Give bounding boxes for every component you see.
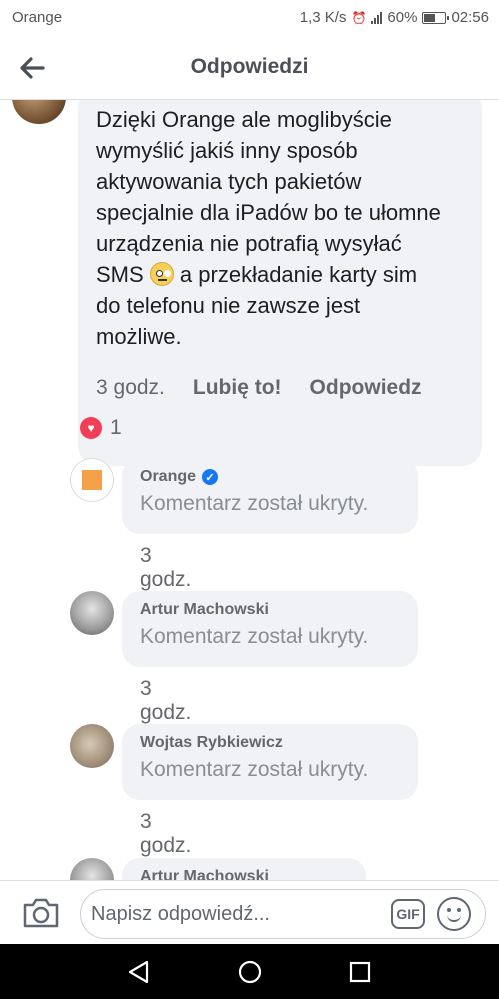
reply-bubble[interactable]: Wojtas Rybkiewicz Komentarz został ukryt… [122, 724, 418, 800]
comment-text: Dzięki Orange ale moglibyście wymyślić j… [96, 107, 441, 349]
avatar[interactable] [12, 100, 66, 124]
heart-icon: ♥ [80, 417, 102, 439]
reply-button[interactable]: Odpowiedz [310, 376, 422, 400]
circle-home-icon[interactable] [236, 958, 264, 986]
status-bar: Orange 1,3 K/s ⏰ 60% 02:56 [0, 0, 499, 36]
reply-text: Komentarz został ukryty. [140, 625, 369, 648]
reply-input[interactable]: Napisz odpowiedź... GIF [80, 889, 486, 939]
rolling-eyes-emoji-icon [149, 262, 174, 286]
comment-actions: 3 godz. Lubię to! Odpowiedz [96, 376, 422, 400]
comment-time: 3 godz. [96, 376, 165, 399]
camera-button[interactable] [22, 897, 60, 929]
page-title: Odpowiedzi [190, 55, 309, 78]
avatar[interactable] [70, 458, 114, 502]
reply-bubble[interactable]: Orange ✓ Komentarz został ukryty. [122, 458, 418, 534]
reply-author[interactable]: Wojtas Rybkiewicz [140, 734, 400, 752]
reply-time: 3 godz. [140, 810, 192, 857]
avatar[interactable] [70, 724, 114, 768]
replies-thread[interactable]: Dzięki Orange ale moglibyście wymyślić j… [0, 100, 499, 880]
square-recent-icon[interactable] [346, 958, 374, 986]
reply-text: Komentarz został ukryty. [140, 758, 369, 781]
network-speed: 1,3 K/s [299, 9, 347, 26]
like-button[interactable]: Lubię to! [193, 376, 282, 400]
battery-icon [422, 11, 450, 24]
reply-input-placeholder: Napisz odpowiedź... [91, 903, 270, 925]
avatar[interactable] [70, 591, 114, 635]
signal-icon [371, 11, 383, 24]
carrier-name: Orange [12, 9, 63, 26]
status-indicators: 1,3 K/s ⏰ 60% 02:56 [300, 9, 489, 26]
battery-percent: 60% [387, 9, 418, 26]
reaction-count: 1 [110, 416, 122, 439]
reply-composer: Napisz odpowiedź... GIF [0, 880, 499, 944]
reply-bubble[interactable]: Artur Machowski [122, 858, 366, 880]
reply-author[interactable]: Artur Machowski [140, 868, 348, 880]
clock: 02:56 [451, 9, 489, 26]
header: Odpowiedzi [0, 36, 499, 100]
reply-text: Komentarz został ukryty. [140, 492, 369, 515]
reply-author[interactable]: Orange ✓ [140, 468, 400, 486]
system-nav-bar [0, 944, 499, 999]
reply-time: 3 godz. [140, 677, 192, 724]
alarm-icon: ⏰ [351, 10, 367, 25]
verified-badge-icon: ✓ [202, 469, 219, 485]
reaction-summary[interactable]: ♥ 1 [80, 416, 122, 440]
reply-bubble[interactable]: Artur Machowski Komentarz został ukryty. [122, 591, 418, 667]
reply-time: 3 godz. [140, 544, 192, 591]
gif-button[interactable]: GIF [391, 899, 425, 929]
reply-author[interactable]: Artur Machowski [140, 601, 400, 619]
triangle-back-icon[interactable] [125, 958, 153, 986]
camera-icon [23, 898, 59, 928]
comment-bubble[interactable]: Dzięki Orange ale moglibyście wymyślić j… [78, 100, 482, 466]
smiley-icon[interactable] [437, 897, 471, 931]
avatar[interactable] [70, 858, 114, 880]
